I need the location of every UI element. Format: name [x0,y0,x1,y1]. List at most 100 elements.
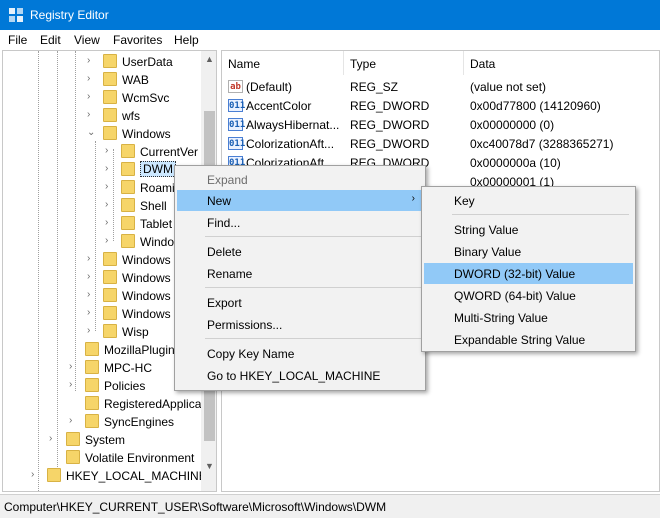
menu-item-rename[interactable]: Rename [177,263,423,284]
scroll-up-icon[interactable]: ▲ [205,54,214,64]
menu-item-label: Copy Key Name [207,347,295,361]
column-header-data[interactable]: Data [464,51,659,75]
value-name: ColorizationAft... [246,137,335,151]
folder-icon [85,360,99,374]
menu-item-label: Permissions... [207,318,283,332]
chevron-right-icon[interactable]: › [87,289,97,301]
menu-item-export[interactable]: Export [177,292,423,313]
chevron-right-icon[interactable]: › [69,361,79,373]
submenu-item-expandable-string-value[interactable]: Expandable String Value [424,329,633,350]
value-row[interactable]: ab (Default) REG_SZ (value not set) [222,77,659,96]
submenu-item-dword-value[interactable]: DWORD (32-bit) Value [424,263,633,284]
menu-help[interactable]: Help [174,33,199,47]
tree-item-label: SyncEngines [104,415,175,429]
menu-file[interactable]: File [8,33,27,47]
value-data: 0x0000000a (10) [470,156,561,170]
chevron-right-icon[interactable]: › [87,253,97,265]
tree-item-wcmsvc[interactable]: › WcmSvc [3,88,199,106]
tree-item-windows-5[interactable]: › Windows [3,304,199,322]
chevron-right-icon[interactable]: › [87,325,97,337]
tree-item-policies[interactable]: › Policies [3,376,199,394]
tree-item-windows[interactable]: ⌄ Windows [3,124,199,142]
submenu-item-qword-value[interactable]: QWORD (64-bit) Value [424,285,633,306]
value-row[interactable]: 011 ColorizationAft... REG_DWORD 0xc4007… [222,134,659,153]
value-name: AccentColor [246,99,312,113]
tree-item-shell[interactable]: › Shell [3,196,199,214]
menu-item-copy-key-name[interactable]: Copy Key Name [177,343,423,364]
tree-item-currentversion[interactable]: › CurrentVer [3,142,199,160]
chevron-right-icon[interactable]: › [105,217,115,229]
folder-icon [121,234,135,248]
tree-item-roaming[interactable]: › Roami [3,178,199,196]
tree-item-wab[interactable]: › WAB [3,70,199,88]
chevron-right-icon[interactable]: › [69,379,79,391]
chevron-right-icon[interactable]: › [87,307,97,319]
chevron-right-icon[interactable]: › [87,91,97,103]
menu-favorites[interactable]: Favorites [113,33,162,47]
submenu-item-key[interactable]: Key [424,190,633,211]
menu-item-new[interactable]: New › [177,190,423,211]
menu-item-find[interactable]: Find... [177,212,423,233]
column-header-name[interactable]: Name [222,51,344,75]
chevron-right-icon[interactable]: › [87,109,97,121]
value-row[interactable]: 011 AlwaysHibernat... REG_DWORD 0x000000… [222,115,659,134]
submenu-item-string-value[interactable]: String Value [424,219,633,240]
folder-icon [85,342,99,356]
tree-item-windows-2[interactable]: › Windows [3,250,199,268]
binary-value-icon: 011 [228,99,246,112]
chevron-right-icon[interactable]: › [105,163,115,175]
menu-separator [205,236,421,237]
chevron-right-icon[interactable]: › [105,181,115,193]
menu-item-goto-hklm[interactable]: Go to HKEY_LOCAL_MACHINE [177,365,423,386]
expander-placeholder [49,451,59,463]
menu-item-delete[interactable]: Delete [177,241,423,262]
tree-item-label: Windows [122,127,171,141]
submenu-item-binary-value[interactable]: Binary Value [424,241,633,262]
tree-item-windo[interactable]: › Windo [3,232,199,250]
value-row[interactable]: 011 AccentColor REG_DWORD 0x00d77800 (14… [222,96,659,115]
chevron-right-icon[interactable]: › [49,433,59,445]
tree-item-syncengines[interactable]: › SyncEngines [3,412,199,430]
submenu-item-multi-string-value[interactable]: Multi-String Value [424,307,633,328]
chevron-right-icon[interactable]: › [105,199,115,211]
value-data: (value not set) [470,80,547,94]
folder-icon [85,378,99,392]
chevron-right-icon[interactable]: › [69,415,79,427]
menu-edit[interactable]: Edit [40,33,61,47]
tree-item-registeredapplications[interactable]: RegisteredApplica [3,394,201,412]
string-value-icon: ab [228,80,243,93]
folder-icon [103,72,117,86]
menu-item-expand[interactable]: Expand [177,169,423,190]
chevron-down-icon[interactable]: ⌄ [87,127,97,139]
column-header-type[interactable]: Type [344,51,464,75]
tree-item-hkey-local-machine[interactable]: › HKEY_LOCAL_MACHINE [3,466,207,484]
chevron-right-icon[interactable]: › [105,145,115,157]
menu-item-permissions[interactable]: Permissions... [177,314,423,335]
value-data: 0x00000000 (0) [470,118,555,132]
expander-placeholder [69,397,79,409]
tree-item-tablet[interactable]: › Tablet [3,214,199,232]
chevron-right-icon[interactable]: › [31,469,41,481]
tree-item-label: Volatile Environment [85,451,195,465]
tree-item-windows-3[interactable]: › Windows [3,268,199,286]
tree-item-userdata[interactable]: › UserData [3,52,199,70]
tree-item-volatile-environment[interactable]: Volatile Environment [3,448,199,466]
tree-item-dwm[interactable]: › DWM [3,160,199,178]
expander-placeholder [69,343,79,355]
tree-item-mpc-hc[interactable]: › MPC-HC [3,358,199,376]
context-menu: Expand New › Find... Delete Rename Expor… [174,165,426,391]
tree-item-windows-4[interactable]: › Windows [3,286,199,304]
scroll-down-icon[interactable]: ▼ [205,461,214,471]
chevron-right-icon[interactable]: › [87,271,97,283]
menu-item-label: DWORD (32-bit) Value [454,267,576,281]
chevron-right-icon[interactable]: › [87,55,97,67]
tree-item-mozillaplugins[interactable]: MozillaPlugin [3,340,199,358]
menu-view[interactable]: View [74,33,100,47]
folder-icon [103,54,117,68]
chevron-right-icon[interactable]: › [87,73,97,85]
tree-item-label: wfs [122,109,140,123]
tree-item-system[interactable]: › System [3,430,199,448]
tree-item-wisp[interactable]: › Wisp [3,322,199,340]
tree-item-wfs[interactable]: › wfs [3,106,199,124]
chevron-right-icon[interactable]: › [105,235,115,247]
